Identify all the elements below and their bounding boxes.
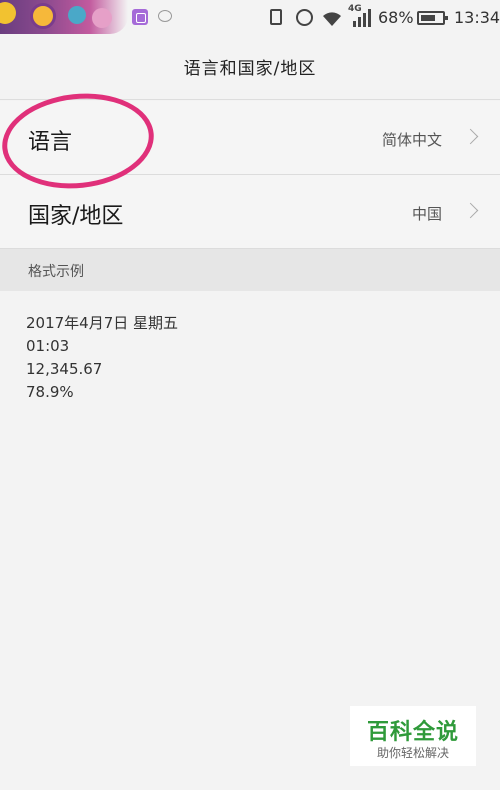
title-bar: 语言和国家/地区	[0, 34, 500, 100]
message-notification-icon	[158, 10, 172, 22]
alarm-icon	[296, 9, 313, 26]
percent-format-example: 78.9%	[26, 383, 74, 401]
date-format-example: 2017年4月7日 星期五	[26, 314, 179, 332]
status-time: 13:34	[454, 8, 500, 27]
chevron-right-icon	[462, 128, 479, 145]
format-examples: 2017年4月7日 星期五 01:03 12,345.67 78.9%	[26, 312, 178, 404]
watermark-title: 百科全说	[366, 720, 459, 745]
vibrate-icon	[270, 9, 282, 25]
wallpaper-decoration	[0, 2, 16, 24]
region-label: 国家/地区	[28, 204, 124, 229]
battery-percent: 68%	[378, 8, 414, 27]
chevron-right-icon	[462, 202, 479, 219]
battery-icon	[417, 11, 448, 25]
number-format-example: 12,345.67	[26, 360, 103, 378]
wifi-icon	[323, 12, 341, 26]
watermark-subtitle: 助你轻松解决	[376, 746, 449, 760]
wallpaper-decoration	[68, 6, 86, 24]
wallpaper-decoration	[92, 8, 112, 28]
page-title: 语言和国家/地区	[183, 59, 317, 79]
region-value: 中国	[411, 205, 442, 223]
time-format-example: 01:03	[26, 337, 70, 355]
wallpaper-strip	[0, 0, 128, 34]
language-value: 简体中文	[381, 131, 442, 149]
gallery-notification-icon	[132, 9, 148, 25]
wallpaper-decoration	[30, 3, 56, 29]
battery-fill	[421, 15, 435, 21]
watermark-logo: 百科全说 助你轻松解决	[350, 706, 476, 766]
signal-icon	[353, 9, 371, 27]
format-section-header: 格式示例	[0, 249, 500, 291]
status-bar: 4G 68% 13:34	[0, 0, 500, 34]
format-section-label: 格式示例	[28, 264, 84, 280]
